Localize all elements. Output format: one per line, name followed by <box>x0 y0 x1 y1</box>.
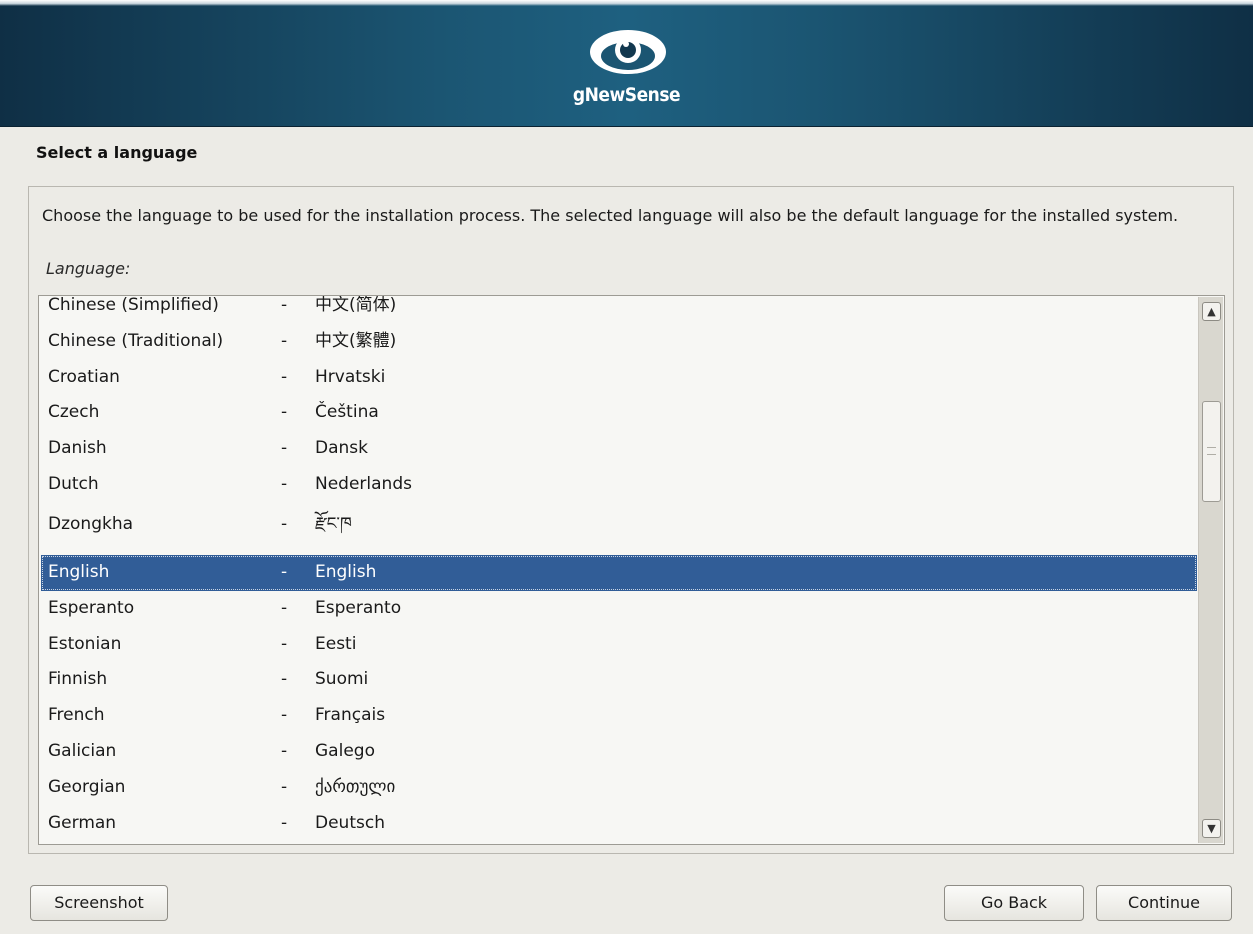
screenshot-button[interactable]: Screenshot <box>30 885 168 921</box>
logo-text: gNewSense <box>572 84 681 106</box>
language-name: Dutch <box>48 474 99 494</box>
language-separator: - <box>281 331 288 351</box>
language-name: Galician <box>48 741 117 761</box>
description-text: Choose the language to be used for the i… <box>42 206 1179 225</box>
language-row[interactable]: Finnish - Suomi <box>41 662 1197 696</box>
language-native-name: Hrvatski <box>315 367 386 387</box>
language-name: Croatian <box>48 367 120 387</box>
language-row[interactable]: Chinese (Simplified) - 中文(简体) <box>41 295 1197 322</box>
language-separator: - <box>281 705 288 725</box>
language-name: Chinese (Traditional) <box>48 331 224 351</box>
language-separator: - <box>281 777 288 797</box>
go-back-button[interactable]: Go Back <box>944 885 1084 921</box>
scrollbar-thumb[interactable] <box>1202 401 1221 502</box>
language-row[interactable]: Czech - Čeština <box>41 395 1197 429</box>
language-name: German <box>48 813 117 833</box>
page-title: Select a language <box>36 143 198 162</box>
language-native-name: 中文(繁體) <box>315 331 397 351</box>
language-list[interactable]: Chinese (Simplified) - 中文(简体) Chinese (Trad… <box>38 295 1225 845</box>
vertical-scrollbar[interactable]: ▲ ▼ <box>1198 297 1223 843</box>
language-native-name: Čeština <box>315 402 379 422</box>
chevron-down-icon[interactable]: ▼ <box>1202 819 1221 838</box>
language-name: Finnish <box>48 669 108 689</box>
language-separator: - <box>281 474 288 494</box>
language-row[interactable]: Dzongkha - རྫོང་ཁ <box>41 507 1197 541</box>
language-name: Esperanto <box>48 598 135 618</box>
language-name: English <box>48 562 110 582</box>
banner-gloss <box>0 0 1253 6</box>
language-native-name: Eesti <box>315 634 357 654</box>
language-native-name: Français <box>315 705 386 725</box>
language-native-name: Deutsch <box>315 813 385 833</box>
language-name: Danish <box>48 438 107 458</box>
chevron-up-icon[interactable]: ▲ <box>1202 302 1221 321</box>
continue-button[interactable]: Continue <box>1096 885 1232 921</box>
grip-icon <box>1207 447 1216 455</box>
language-row[interactable]: Esperanto - Esperanto <box>41 591 1197 625</box>
language-name: Georgian <box>48 777 126 797</box>
language-name: Dzongkha <box>48 514 134 534</box>
language-separator: - <box>281 813 288 833</box>
language-separator: - <box>281 438 288 458</box>
language-native-name: Esperanto <box>315 598 402 618</box>
language-row[interactable]: Dutch - Nederlands <box>41 467 1197 501</box>
language-separator: - <box>281 514 288 534</box>
language-name: Estonian <box>48 634 122 654</box>
language-row[interactable]: Galician - Galego <box>41 734 1197 768</box>
language-name: French <box>48 705 105 725</box>
language-separator: - <box>281 669 288 689</box>
language-native-name: Nederlands <box>315 474 412 494</box>
language-name: Chinese (Simplified) <box>48 295 219 315</box>
language-native-name: Suomi <box>315 669 369 689</box>
language-separator: - <box>281 402 288 422</box>
language-row[interactable]: English - English <box>41 555 1197 591</box>
language-row[interactable]: German - Deutsch <box>41 806 1197 840</box>
language-row[interactable]: Chinese (Traditional) - 中文(繁體) <box>41 324 1197 358</box>
language-row[interactable]: Estonian - Eesti <box>41 627 1197 661</box>
language-separator: - <box>281 367 288 387</box>
language-row[interactable]: Croatian - Hrvatski <box>41 360 1197 394</box>
language-name: Czech <box>48 402 100 422</box>
language-separator: - <box>281 634 288 654</box>
language-native-name: རྫོང་ཁ <box>315 514 352 534</box>
header-banner: gNewSense <box>0 0 1253 127</box>
language-separator: - <box>281 598 288 618</box>
language-native-name: English <box>315 562 377 582</box>
language-native-name: Galego <box>315 741 375 761</box>
language-separator: - <box>281 562 288 582</box>
language-separator: - <box>281 741 288 761</box>
language-row[interactable]: Danish - Dansk <box>41 431 1197 465</box>
language-native-name: Dansk <box>315 438 368 458</box>
language-native-name: ქართული <box>315 777 396 797</box>
language-row[interactable]: Georgian - ქართული <box>41 770 1197 804</box>
language-list-label: Language: <box>46 259 131 278</box>
language-row[interactable]: French - Français <box>41 698 1197 732</box>
language-separator: - <box>281 295 288 315</box>
eye-logo-icon <box>590 30 666 74</box>
language-native-name: 中文(简体) <box>315 295 397 315</box>
